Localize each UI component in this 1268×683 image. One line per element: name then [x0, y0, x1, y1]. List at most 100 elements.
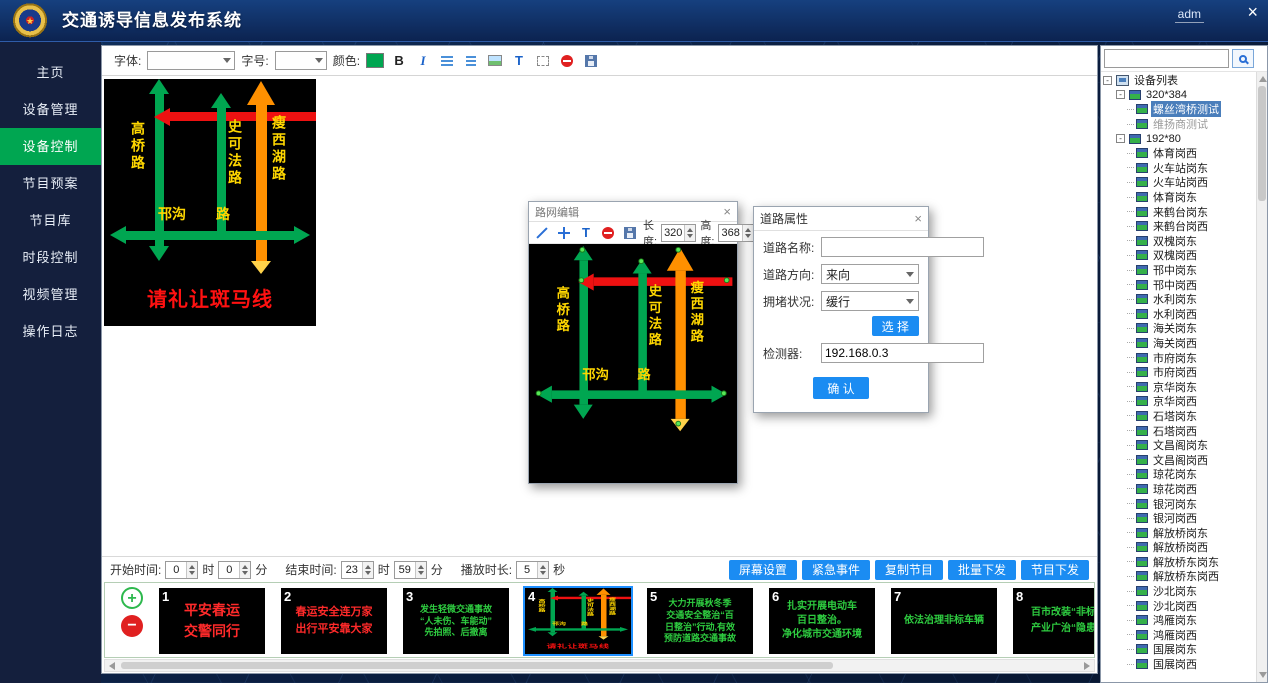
detector-input[interactable]	[821, 343, 984, 363]
tree-device[interactable]: 海关岗西	[1103, 336, 1255, 351]
road-name-input[interactable]	[821, 237, 984, 257]
program-thumbnail-6[interactable]: 6 扎实开展电动车 百日整治。 净化城市交通环境	[769, 588, 875, 654]
edit-handle[interactable]	[721, 390, 727, 396]
tree-group[interactable]: -192*80	[1103, 131, 1255, 146]
sidebar-item-home[interactable]: 主页	[0, 54, 101, 91]
scrollbar-thumb[interactable]	[1258, 86, 1266, 201]
tree-device[interactable]: 邗中岗东	[1103, 263, 1255, 278]
collapse-icon[interactable]: -	[1116, 134, 1125, 143]
sidebar-item-program-library[interactable]: 节目库	[0, 202, 101, 239]
height-spinner[interactable]: 368	[718, 224, 753, 242]
road-direction-select[interactable]: 来向	[821, 264, 919, 284]
save-button[interactable]	[621, 223, 639, 242]
collapse-icon[interactable]: -	[1103, 76, 1112, 85]
delete-button[interactable]	[558, 51, 576, 70]
tree-device[interactable]: 火车站岗西	[1103, 175, 1255, 190]
emergency-event-button[interactable]: 紧急事件	[802, 560, 870, 580]
sidebar-item-operation-log[interactable]: 操作日志	[0, 313, 101, 350]
road-network-canvas[interactable]: 高桥路 史可法路 瘦西湖路 邗沟 路	[529, 244, 737, 483]
tree-device[interactable]: 国展岗西	[1103, 657, 1255, 672]
tree-device[interactable]: 双槐岗西	[1103, 248, 1255, 263]
text-tool-button[interactable]: T	[577, 223, 595, 242]
sidebar-item-video-management[interactable]: 视频管理	[0, 276, 101, 313]
start-hour-spinner[interactable]: 0	[165, 561, 198, 579]
save-button[interactable]	[582, 51, 600, 70]
tree-device[interactable]: 火车站岗东	[1103, 161, 1255, 176]
tree-device[interactable]: 体育岗东	[1103, 190, 1255, 205]
tree-device[interactable]: 琼花岗西	[1103, 482, 1255, 497]
scroll-right-icon[interactable]	[1084, 662, 1090, 670]
tree-device[interactable]: 邗中岗西	[1103, 277, 1255, 292]
delete-program-button[interactable]: −	[121, 615, 143, 637]
tree-device[interactable]: 银河岗西	[1103, 511, 1255, 526]
sidebar-item-device-management[interactable]: 设备管理	[0, 91, 101, 128]
bold-button[interactable]: B	[390, 51, 408, 70]
timeline-scrollbar[interactable]	[104, 659, 1095, 672]
insert-image-button[interactable]	[486, 51, 504, 70]
tree-device[interactable]: 石塔岗西	[1103, 423, 1255, 438]
tree-device[interactable]: 螺丝湾桥测试	[1103, 102, 1255, 117]
sidebar-item-program-plan[interactable]: 节目预案	[0, 165, 101, 202]
tree-device[interactable]: 解放桥东岗西	[1103, 569, 1255, 584]
program-send-button[interactable]: 节目下发	[1021, 560, 1089, 580]
select-detector-button[interactable]: 选 择	[872, 316, 919, 336]
tree-device[interactable]: 维扬商测试	[1103, 117, 1255, 132]
tree-device[interactable]: 鸿雁岗东	[1103, 613, 1255, 628]
tree-device[interactable]: 市府岗东	[1103, 350, 1255, 365]
scroll-up-icon[interactable]	[1259, 76, 1267, 82]
font-size-select[interactable]	[275, 51, 327, 70]
scrollbar-thumb[interactable]	[121, 662, 833, 669]
tree-root[interactable]: -设备列表	[1103, 73, 1255, 88]
close-icon[interactable]: ×	[723, 205, 731, 218]
scroll-down-icon[interactable]	[1259, 672, 1267, 678]
program-thumbnail-7[interactable]: 7 依法治理非标车辆	[891, 588, 997, 654]
search-button[interactable]	[1232, 49, 1254, 68]
tree-device[interactable]: 海关岗东	[1103, 321, 1255, 336]
user-menu[interactable]: adm	[1175, 7, 1204, 23]
batch-send-button[interactable]: 批量下发	[948, 560, 1016, 580]
tree-device[interactable]: 解放桥岗东	[1103, 525, 1255, 540]
color-swatch[interactable]	[366, 53, 384, 68]
tree-device[interactable]: 沙北岗西	[1103, 598, 1255, 613]
scroll-left-icon[interactable]	[109, 662, 115, 670]
tree-device[interactable]: 来鹤台岗东	[1103, 204, 1255, 219]
program-thumbnail-1[interactable]: 1 平安春运 交警同行	[159, 588, 265, 654]
program-thumbnail-4[interactable]: 高桥路 史可法路 瘦西湖路 邗沟 路 请礼让斑马线 4	[525, 588, 631, 654]
edit-handle[interactable]	[675, 247, 681, 253]
tree-group[interactable]: -320*384	[1103, 88, 1255, 103]
program-thumbnail-5[interactable]: 5 大力开展秋冬季 交通安全整治“百 日整治”行动,有效 预防道路交通事故	[647, 588, 753, 654]
edit-handle[interactable]	[724, 277, 730, 283]
collapse-icon[interactable]: -	[1116, 90, 1125, 99]
device-search-input[interactable]	[1104, 49, 1229, 68]
program-thumbnail-2[interactable]: 2 春运安全连万家 出行平安靠大家	[281, 588, 387, 654]
edit-handle[interactable]	[638, 258, 644, 264]
tree-device[interactable]: 解放桥东岗东	[1103, 555, 1255, 570]
italic-button[interactable]: I	[414, 51, 432, 70]
add-program-button[interactable]: +	[121, 587, 143, 609]
congestion-select[interactable]: 缓行	[821, 291, 919, 311]
tree-device[interactable]: 体育岗西	[1103, 146, 1255, 161]
tree-device[interactable]: 国展岗东	[1103, 642, 1255, 657]
edit-handle[interactable]	[579, 277, 585, 283]
edit-handle[interactable]	[675, 421, 681, 427]
end-hour-spinner[interactable]: 23	[341, 561, 374, 579]
edit-handle[interactable]	[579, 247, 585, 253]
tree-device[interactable]: 市府岗西	[1103, 365, 1255, 380]
end-minute-spinner[interactable]: 59	[394, 561, 427, 579]
tree-device[interactable]: 京华岗西	[1103, 394, 1255, 409]
sidebar-item-device-control[interactable]: 设备控制	[0, 128, 101, 165]
tree-device[interactable]: 来鹤台岗西	[1103, 219, 1255, 234]
move-tool-button[interactable]	[555, 223, 573, 242]
tree-device[interactable]: 双槐岗东	[1103, 234, 1255, 249]
tree-device[interactable]: 京华岗东	[1103, 379, 1255, 394]
tree-device[interactable]: 沙北岗东	[1103, 584, 1255, 599]
delete-tool-button[interactable]	[599, 223, 617, 242]
close-icon[interactable]: ×	[914, 212, 922, 225]
program-thumbnail-3[interactable]: 3 发生轻微交通事故 “人未伤、车能动” 先拍照、后撤离	[403, 588, 509, 654]
tree-device[interactable]: 石塔岗东	[1103, 409, 1255, 424]
tree-device[interactable]: 文昌阁岗西	[1103, 452, 1255, 467]
edit-handle[interactable]	[536, 390, 542, 396]
align-center-button[interactable]	[462, 51, 480, 70]
copy-program-button[interactable]: 复制节目	[875, 560, 943, 580]
tree-scrollbar[interactable]	[1256, 72, 1267, 682]
